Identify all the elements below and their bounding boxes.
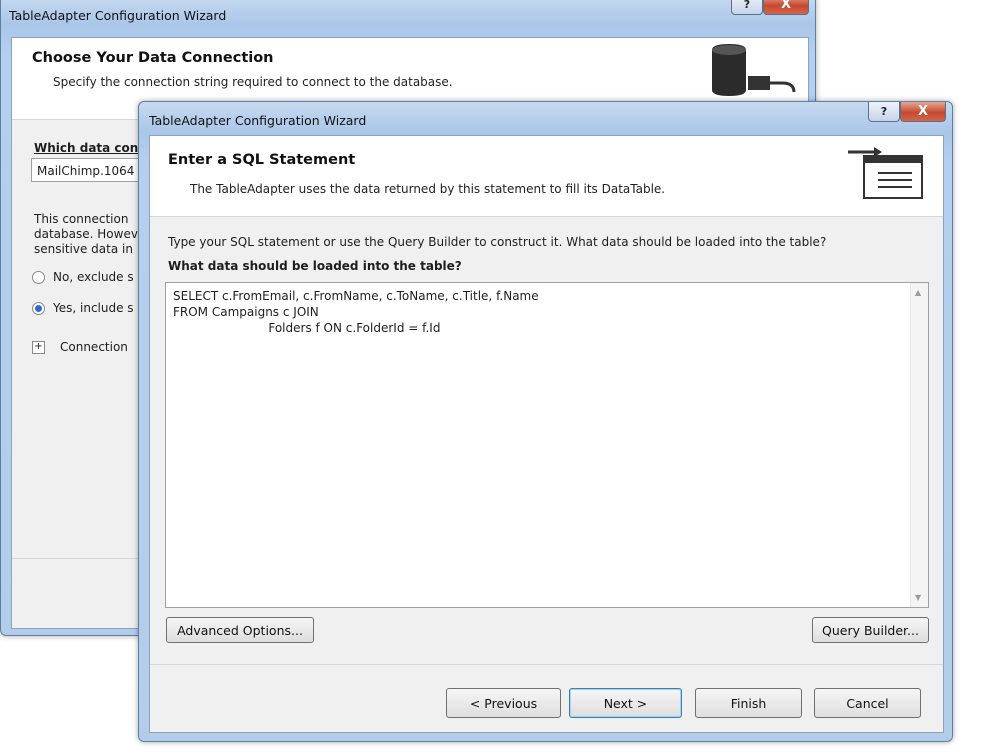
sql-line: SELECT c.FromEmail, c.FromName, c.ToName…	[173, 289, 539, 303]
back-info-line-3: sensitive data in	[34, 242, 133, 256]
scroll-down-arrow-icon[interactable]: ▼	[915, 593, 921, 602]
back-window-title: TableAdapter Configuration Wizard	[9, 8, 227, 23]
sql-line: FROM Campaigns c JOIN	[173, 305, 319, 319]
database-connection-icon	[712, 44, 796, 96]
query-builder-button[interactable]: Query Builder...	[812, 617, 929, 643]
cancel-button[interactable]: Cancel	[814, 688, 921, 718]
back-expander-label[interactable]: Connection	[60, 340, 128, 354]
front-wizard-window: TableAdapter Configuration Wizard ? X En…	[138, 101, 953, 742]
back-info-line-1: This connection	[34, 212, 129, 226]
back-header-title: Choose Your Data Connection	[32, 50, 274, 66]
back-radio-exclude-label[interactable]: No, exclude s	[53, 270, 134, 284]
back-which-connection-label: Which data conn	[34, 141, 147, 155]
back-help-button[interactable]: ?	[731, 0, 763, 15]
front-close-button[interactable]: X	[900, 102, 946, 122]
sql-statement-icon	[848, 147, 923, 199]
front-help-button[interactable]: ?	[868, 102, 900, 122]
front-window-title: TableAdapter Configuration Wizard	[149, 113, 367, 128]
scroll-up-arrow-icon[interactable]: ▲	[915, 288, 921, 297]
front-header-subtitle: The TableAdapter uses the data returned …	[190, 182, 666, 196]
front-footer-divider	[150, 664, 943, 665]
back-radio-exclude[interactable]	[32, 271, 45, 284]
front-header-title: Enter a SQL Statement	[168, 152, 356, 168]
advanced-options-button[interactable]: Advanced Options...	[166, 617, 314, 643]
sql-statement-textarea[interactable]: SELECT c.FromEmail, c.FromName, c.ToName…	[165, 282, 929, 608]
back-info-line-2: database. Howev	[34, 227, 138, 241]
back-expander-icon[interactable]: +	[32, 341, 45, 354]
back-radio-include-label[interactable]: Yes, include s	[53, 301, 134, 315]
back-radio-include[interactable]	[32, 302, 45, 315]
previous-button[interactable]: < Previous	[446, 688, 561, 718]
finish-button[interactable]: Finish	[695, 688, 802, 718]
front-client-area: Enter a SQL Statement The TableAdapter u…	[149, 135, 944, 733]
front-header: Enter a SQL Statement The TableAdapter u…	[150, 136, 943, 217]
front-sql-label: What data should be loaded into the tabl…	[168, 259, 462, 273]
next-button[interactable]: Next >	[569, 688, 682, 718]
sql-line: Folders f ON c.FolderId = f.Id	[173, 321, 441, 335]
sql-vertical-scrollbar[interactable]: ▲ ▼	[910, 283, 928, 607]
front-title-bar[interactable]: TableAdapter Configuration Wizard ? X	[139, 102, 952, 132]
back-close-button[interactable]: X	[763, 0, 809, 15]
back-header-subtitle: Specify the connection string required t…	[53, 75, 453, 89]
back-title-bar[interactable]: TableAdapter Configuration Wizard ? X	[1, 0, 815, 25]
front-instructions-text: Type your SQL statement or use the Query…	[168, 235, 827, 249]
